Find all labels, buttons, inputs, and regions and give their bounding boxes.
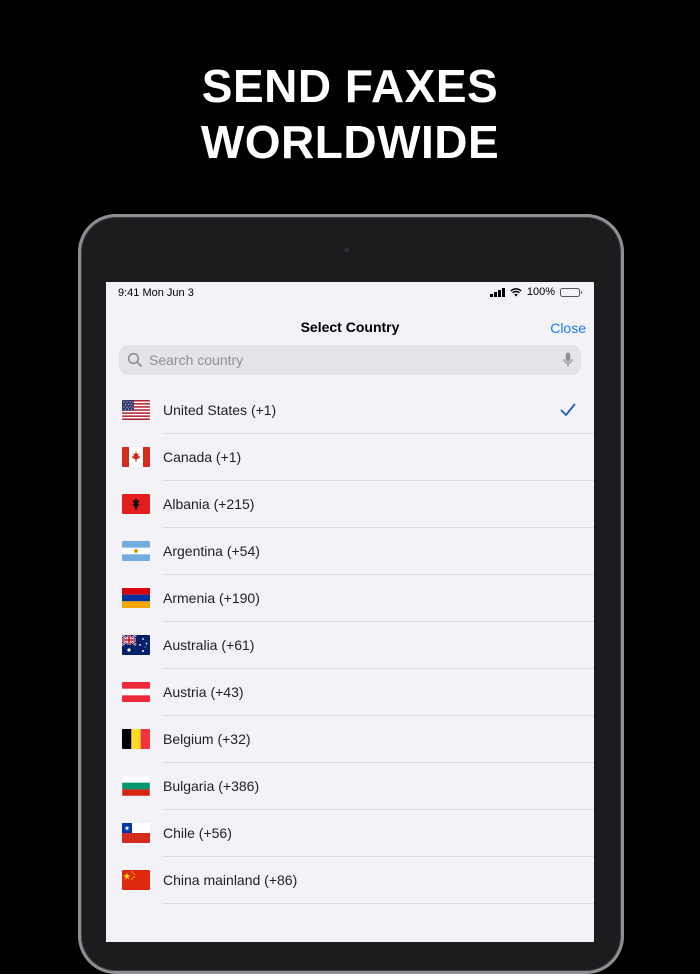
status-indicators: 100% xyxy=(490,286,582,298)
checkmark-icon xyxy=(560,403,576,416)
country-label: Bulgaria (+386) xyxy=(163,778,260,794)
flag-at-icon xyxy=(122,682,150,702)
close-button[interactable]: Close xyxy=(550,320,586,336)
row-divider xyxy=(163,903,594,904)
flag-cn-icon xyxy=(122,870,150,890)
battery-icon xyxy=(560,287,582,297)
country-row-australia[interactable]: Australia (+61) xyxy=(106,622,594,669)
headline-line-1: SEND FAXES xyxy=(201,60,499,112)
flag-bg-icon xyxy=(122,776,150,796)
flag-us-icon xyxy=(122,400,150,420)
country-label: Armenia (+190) xyxy=(163,590,260,606)
country-list: United States (+1) Canada (+1) Albania (… xyxy=(106,387,594,904)
flag-cl-icon xyxy=(122,823,150,843)
country-row-united-states[interactable]: United States (+1) xyxy=(106,387,594,434)
country-label: Australia (+61) xyxy=(163,637,255,653)
flag-au-icon xyxy=(122,635,150,655)
country-label: Austria (+43) xyxy=(163,684,244,700)
front-camera xyxy=(343,246,351,254)
country-row-armenia[interactable]: Armenia (+190) xyxy=(106,575,594,622)
flag-al-icon xyxy=(122,494,150,514)
nav-bar: Select Country Close xyxy=(106,312,594,342)
microphone-icon[interactable] xyxy=(563,352,573,368)
country-row-bulgaria[interactable]: Bulgaria (+386) xyxy=(106,763,594,810)
search-bar[interactable] xyxy=(119,345,581,375)
country-row-china-mainland[interactable]: China mainland (+86) xyxy=(106,857,594,904)
flag-be-icon xyxy=(122,729,150,749)
cellular-signal-icon xyxy=(490,287,505,297)
country-label: Argentina (+54) xyxy=(163,543,260,559)
status-bar: 9:41 Mon Jun 3 100% xyxy=(106,282,594,304)
country-label: Belgium (+32) xyxy=(163,731,251,747)
status-time: 9:41 Mon Jun 3 xyxy=(118,287,194,299)
screen: 9:41 Mon Jun 3 100% Select Country Close xyxy=(106,282,594,942)
country-label: China mainland (+86) xyxy=(163,872,298,888)
country-row-albania[interactable]: Albania (+215) xyxy=(106,481,594,528)
country-row-austria[interactable]: Austria (+43) xyxy=(106,669,594,716)
headline-line-2: WORLDWIDE xyxy=(200,116,500,168)
country-label: Albania (+215) xyxy=(163,496,255,512)
country-label: Chile (+56) xyxy=(163,825,232,841)
country-label: Canada (+1) xyxy=(163,449,242,465)
headline: SEND FAXES WORLDWIDE xyxy=(0,58,700,170)
country-row-chile[interactable]: Chile (+56) xyxy=(106,810,594,857)
flag-ca-icon xyxy=(122,447,150,467)
wifi-icon xyxy=(510,287,522,296)
flag-ar-icon xyxy=(122,541,150,561)
country-label: United States (+1) xyxy=(163,402,277,418)
page-title: Select Country xyxy=(300,319,400,335)
search-input[interactable] xyxy=(147,351,551,369)
country-row-argentina[interactable]: Argentina (+54) xyxy=(106,528,594,575)
country-row-belgium[interactable]: Belgium (+32) xyxy=(106,716,594,763)
search-icon xyxy=(127,352,142,367)
country-row-canada[interactable]: Canada (+1) xyxy=(106,434,594,481)
flag-am-icon xyxy=(122,588,150,608)
battery-percent: 100% xyxy=(526,286,555,298)
